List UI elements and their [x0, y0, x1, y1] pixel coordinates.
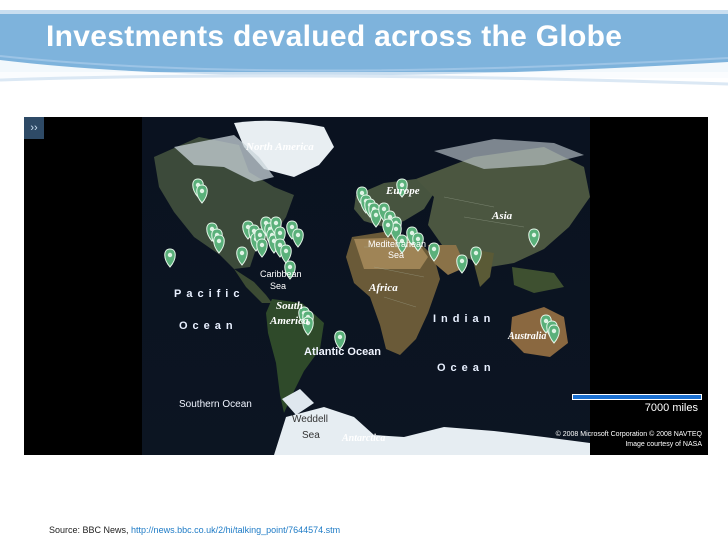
copyright-line-1: © 2008 Microsoft Corporation © 2008 NAVT… — [555, 431, 702, 438]
map-scale: 7000 miles — [572, 394, 702, 418]
label-europe: Europe — [386, 185, 420, 197]
map-marker-pin[interactable] — [470, 246, 482, 266]
label-asia: Asia — [492, 210, 513, 222]
label-caribbean: Caribbean — [260, 269, 302, 279]
map-marker-pin[interactable] — [292, 228, 304, 248]
label-mediterranean-sea: Sea — [388, 250, 405, 260]
label-indian: Indian — [433, 313, 496, 325]
source-link[interactable]: http://news.bbc.co.uk/2/hi/talking_point… — [131, 525, 340, 535]
label-pacific: Pacific — [174, 288, 245, 300]
header-sweep-decoration — [0, 55, 728, 92]
expand-panel-button[interactable]: ›› — [24, 117, 44, 139]
map-marker-pin[interactable] — [280, 244, 292, 264]
world-map[interactable]: ›› North America Europe Asia Mediterrane… — [24, 117, 708, 455]
map-marker-pin[interactable] — [236, 246, 248, 266]
source-label: Source: BBC News, — [49, 525, 129, 535]
header-band: Investments devalued across the Globe — [0, 0, 728, 92]
map-marker-pin[interactable] — [456, 254, 468, 274]
copyright-line-2: Image courtesy of NASA — [625, 441, 702, 448]
label-indian-ocean: Ocean — [437, 362, 496, 374]
scale-bar — [572, 394, 702, 400]
label-south: South — [276, 300, 303, 312]
scale-label: 7000 miles — [644, 402, 698, 414]
map-marker-pin[interactable] — [213, 234, 225, 254]
label-north-america: North America — [246, 141, 314, 153]
label-caribbean-sea: Sea — [270, 281, 287, 291]
map-marker-pin[interactable] — [196, 184, 208, 204]
label-weddell-sea: Sea — [302, 430, 320, 441]
label-pacific-ocean: Ocean — [179, 320, 238, 332]
label-atlantic-ocean: Atlantic Ocean — [304, 346, 382, 358]
label-mediterranean: Mediterranean — [368, 239, 427, 249]
map-marker-pin[interactable] — [428, 242, 440, 262]
source-citation: Source: BBC News, http://news.bbc.co.uk/… — [49, 525, 340, 535]
label-australia: Australia — [508, 331, 547, 342]
map-marker-pin[interactable] — [164, 248, 176, 268]
map-marker-pin[interactable] — [548, 324, 560, 344]
map-copyright: © 2008 Microsoft Corporation © 2008 NAVT… — [556, 430, 702, 450]
label-america: America — [270, 315, 309, 327]
label-weddell: Weddell — [292, 414, 328, 425]
map-marker-pin[interactable] — [528, 228, 540, 248]
map-marker-pin[interactable] — [256, 238, 268, 258]
label-antarctica: Antarctica — [342, 433, 386, 444]
label-southern-ocean: Southern Ocean — [179, 399, 252, 410]
label-africa: Africa — [369, 282, 398, 294]
